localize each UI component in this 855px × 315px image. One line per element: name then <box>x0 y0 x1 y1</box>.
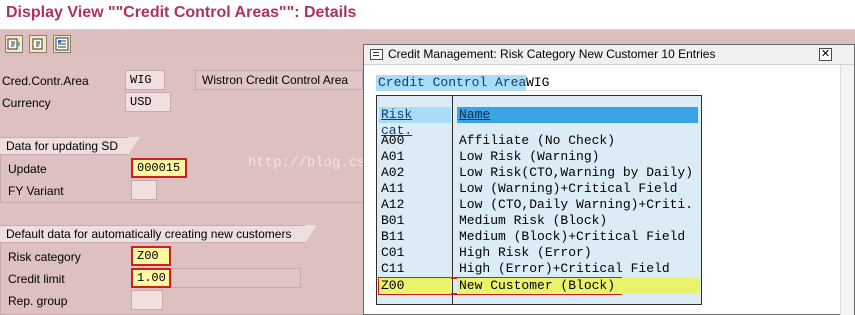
fy-variant-field[interactable] <box>131 180 157 200</box>
risk-cat-cell: Z00 <box>379 278 451 294</box>
risk-cat-cell: A00 <box>381 133 405 148</box>
fy-variant-label: FY Variant <box>8 184 64 198</box>
next-entry-icon[interactable] <box>53 35 71 53</box>
table-row-selected[interactable]: Z00 New Customer (Block) <box>378 277 700 295</box>
credit-control-area-label: Credit Control Area <box>376 75 527 91</box>
column-header-risk-cat[interactable]: Risk cat. <box>379 107 451 138</box>
risk-category-table: Risk cat. Name A00 Affiliate (No Check) A… <box>376 95 702 305</box>
currency-label: Currency <box>2 96 51 110</box>
update-field[interactable]: 000015 <box>131 158 187 178</box>
previous-entry-icon[interactable] <box>29 35 47 53</box>
list-window-icon <box>370 49 383 60</box>
risk-cat-cell: A01 <box>381 149 405 164</box>
table-row[interactable]: B11 Medium (Block)+Critical Field <box>379 229 699 245</box>
group-sd-title: Data for updating SD <box>6 139 119 153</box>
credit-limit-extension <box>171 268 301 288</box>
credit-limit-label: Credit limit <box>8 272 65 286</box>
table-row[interactable]: A00 Affiliate (No Check) <box>379 133 699 149</box>
name-cell: High (Error)+Critical Field <box>459 261 670 276</box>
name-cell: High Risk (Error) <box>459 245 592 260</box>
popup-title: Credit Management: Risk Category New Cus… <box>388 47 716 61</box>
name-cell: Low Risk(CTO,Warning by Daily) <box>459 165 694 180</box>
group-defaults-header: Default data for automatically creating … <box>0 225 317 243</box>
popup-scrollbar[interactable] <box>840 65 854 315</box>
risk-cat-cell: C01 <box>381 245 405 260</box>
name-cell: Low (CTO,Daily Warning)+Criti. <box>459 197 694 212</box>
currency-field[interactable]: USD <box>125 92 171 112</box>
risk-cat-cell: C11 <box>381 261 405 276</box>
group-tab-decoration <box>305 225 317 243</box>
risk-cat-cell: B11 <box>381 229 405 244</box>
risk-cat-cell: A11 <box>381 181 405 196</box>
table-row[interactable]: B01 Medium Risk (Block) <box>379 213 699 229</box>
risk-category-field[interactable]: Z00 <box>131 246 171 266</box>
name-cell: Low Risk (Warning) <box>459 149 600 164</box>
credit-control-area-value: WIG <box>526 75 698 91</box>
name-cell: New Customer (Block) <box>457 278 700 294</box>
risk-category-popup: Credit Management: Risk Category New Cus… <box>363 44 855 315</box>
group-sd-header: Data for updating SD <box>0 137 140 155</box>
first-entry-icon[interactable] <box>5 35 23 53</box>
name-cell: Medium (Block)+Critical Field <box>459 229 686 244</box>
table-row[interactable]: A12 Low (CTO,Daily Warning)+Criti. <box>379 197 699 213</box>
rep-group-field[interactable] <box>131 290 163 310</box>
table-row[interactable]: C11 High (Error)+Critical Field <box>379 261 699 277</box>
rep-group-label: Rep. group <box>8 294 68 308</box>
cred-contr-area-description: Wistron Credit Control Area <box>195 70 363 90</box>
cred-contr-area-field[interactable]: WIG <box>125 70 165 90</box>
table-row[interactable]: A01 Low Risk (Warning) <box>379 149 699 165</box>
page-title: Display View ""Credit Control Areas"": D… <box>6 4 357 21</box>
risk-cat-cell: A02 <box>381 165 405 180</box>
group-defaults-title: Default data for automatically creating … <box>6 227 292 241</box>
title-bar: Display View ""Credit Control Areas"": D… <box>0 0 855 30</box>
popup-title-bar: Credit Management: Risk Category New Cus… <box>364 45 854 65</box>
name-cell: Low (Warning)+Critical Field <box>459 181 678 196</box>
name-cell: Affiliate (No Check) <box>459 133 616 148</box>
risk-category-label: Risk category <box>8 250 81 264</box>
table-row[interactable]: A02 Low Risk(CTO,Warning by Daily) <box>379 165 699 181</box>
column-header-name[interactable]: Name <box>457 107 698 123</box>
group-tab-decoration <box>128 137 140 155</box>
update-label: Update <box>8 162 47 176</box>
risk-cat-cell: A12 <box>381 197 405 212</box>
credit-limit-field[interactable]: 1.00 <box>131 268 171 288</box>
table-row[interactable]: A11 Low (Warning)+Critical Field <box>379 181 699 197</box>
name-cell: Medium Risk (Block) <box>459 213 608 228</box>
close-icon[interactable]: ✕ <box>819 48 832 61</box>
risk-cat-cell: B01 <box>381 213 405 228</box>
cred-contr-area-label: Cred.Contr.Area <box>2 74 89 88</box>
table-row[interactable]: C01 High Risk (Error) <box>379 245 699 261</box>
